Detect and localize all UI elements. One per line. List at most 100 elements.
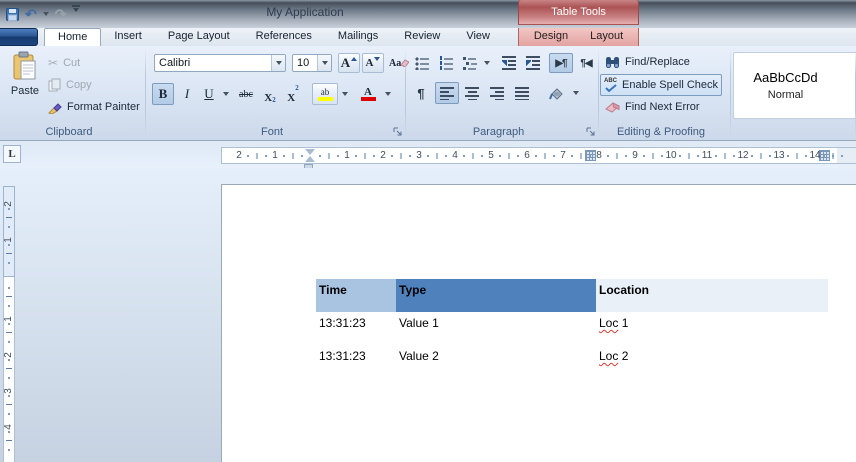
- shading-bucket-icon: [548, 86, 564, 101]
- ruler-tick: [733, 155, 735, 157]
- cell-location[interactable]: Loc 2: [596, 345, 828, 378]
- multilevel-list-dropdown[interactable]: [481, 53, 493, 73]
- cell-time[interactable]: 13:31:23: [316, 312, 396, 345]
- tab-insert[interactable]: Insert: [101, 28, 155, 46]
- tab-layout[interactable]: Layout: [584, 28, 629, 46]
- style-item-heading[interactable]: AaB Head: [837, 53, 856, 118]
- cut-button[interactable]: ✂ Cut: [48, 54, 80, 72]
- ruler-tick: [8, 287, 10, 289]
- application-menu-button[interactable]: [0, 28, 38, 46]
- hanging-indent-marker[interactable]: [305, 156, 315, 162]
- rtl-direction-button[interactable]: ¶◀: [574, 53, 598, 73]
- grow-font-icon: A: [341, 55, 350, 71]
- ruler-tick: [553, 155, 555, 157]
- table-header-row: Time Type Location: [316, 279, 828, 312]
- arrow-down-icon: [374, 57, 380, 61]
- shading-button[interactable]: [543, 82, 569, 104]
- vertical-ruler-margin[interactable]: 21: [3, 186, 15, 277]
- multilevel-list-button[interactable]: [459, 53, 481, 73]
- grow-font-button[interactable]: A: [338, 53, 360, 73]
- ltr-icon: ▶¶: [555, 58, 566, 69]
- superscript-base: X: [287, 92, 295, 104]
- ruler-tick: [6, 404, 12, 405]
- indent-icon: [526, 56, 540, 70]
- header-cell-location[interactable]: Location: [596, 279, 828, 312]
- font-color-label: A: [364, 88, 372, 96]
- ruler-tick: [581, 153, 582, 159]
- first-line-indent-marker[interactable]: [305, 149, 315, 155]
- ruler-number: 2: [380, 150, 386, 161]
- superscript-button[interactable]: X2: [282, 83, 304, 105]
- cell-type[interactable]: Value 2: [396, 345, 596, 378]
- paste-button[interactable]: Paste: [6, 51, 44, 123]
- ruler-tick: [715, 155, 717, 157]
- font-color-dropdown[interactable]: [382, 83, 394, 105]
- highlight-color-button[interactable]: ab: [312, 83, 338, 105]
- tab-mailings[interactable]: Mailings: [325, 28, 391, 46]
- copy-button[interactable]: Copy: [48, 76, 92, 94]
- font-dialog-launcher[interactable]: [392, 126, 403, 137]
- header-cell-type[interactable]: Type: [396, 279, 596, 312]
- font-color-button[interactable]: A: [355, 83, 381, 105]
- bullets-button[interactable]: [411, 53, 433, 73]
- underline-dropdown[interactable]: [220, 83, 232, 105]
- highlight-color-dropdown[interactable]: [339, 83, 351, 105]
- header-cell-time[interactable]: Time: [316, 279, 396, 312]
- paragraph-dialog-launcher[interactable]: [585, 126, 596, 137]
- cell-location[interactable]: Loc 1: [596, 312, 828, 345]
- tab-design[interactable]: Design: [528, 28, 574, 46]
- font-name-dropdown[interactable]: [271, 55, 285, 71]
- find-next-error-button[interactable]: Find Next Error: [602, 97, 703, 117]
- tab-home[interactable]: Home: [44, 28, 101, 46]
- shading-dropdown[interactable]: [570, 82, 582, 104]
- tab-references[interactable]: References: [243, 28, 325, 46]
- align-justify-button[interactable]: [510, 82, 534, 104]
- tab-stop-selector[interactable]: L: [3, 145, 21, 163]
- horizontal-ruler[interactable]: 211234567891011121314: [221, 147, 856, 164]
- underline-button[interactable]: U: [198, 83, 220, 105]
- ruler-tick: [545, 153, 546, 159]
- ruler-tick: [517, 155, 519, 157]
- subscript-button[interactable]: X2: [259, 83, 281, 105]
- ltr-direction-button[interactable]: ▶¶: [549, 53, 573, 73]
- cell-type[interactable]: Value 1: [396, 312, 596, 345]
- data-table[interactable]: Time Type Location 13:31:23 Value 1 Loc …: [316, 279, 828, 378]
- increase-indent-button[interactable]: [522, 53, 544, 73]
- bold-label: B: [159, 86, 168, 102]
- numbered-list-icon: [439, 56, 453, 70]
- tab-review[interactable]: Review: [391, 28, 453, 46]
- font-size-dropdown[interactable]: [317, 55, 331, 71]
- align-center-icon: [465, 86, 479, 100]
- style-item-normal[interactable]: AaBbCcDd Normal: [734, 53, 837, 118]
- cell-time[interactable]: 13:31:23: [316, 345, 396, 378]
- ruler-tick: [427, 155, 429, 157]
- enable-spell-check-button[interactable]: ABC Enable Spell Check: [600, 74, 722, 96]
- shrink-font-icon: A: [366, 57, 374, 69]
- ruler-tick: [841, 155, 843, 157]
- tab-view[interactable]: View: [453, 28, 503, 46]
- align-center-button[interactable]: [460, 82, 484, 104]
- find-replace-button[interactable]: Find/Replace: [602, 52, 693, 72]
- ruler-tick: [337, 155, 339, 157]
- ruler-tick: [265, 155, 267, 157]
- format-painter-button[interactable]: Format Painter: [48, 98, 140, 116]
- show-marks-button[interactable]: ¶: [411, 82, 431, 104]
- binoculars-icon: [605, 56, 620, 69]
- font-size-select[interactable]: 10: [292, 54, 332, 72]
- shrink-font-button[interactable]: A: [362, 53, 384, 73]
- ruler-tick: [8, 262, 10, 264]
- vertical-ruler[interactable]: 1234: [3, 277, 15, 462]
- italic-button[interactable]: I: [176, 83, 198, 105]
- bold-button[interactable]: B: [152, 83, 174, 105]
- document-page[interactable]: Time Type Location 13:31:23 Value 1 Loc …: [221, 184, 856, 462]
- strikethrough-button[interactable]: abc: [234, 83, 258, 105]
- contextual-tab-panel: Design Layout: [518, 28, 639, 46]
- font-name-select[interactable]: Calibri: [154, 54, 286, 72]
- align-left-button[interactable]: [435, 82, 459, 104]
- decrease-indent-button[interactable]: [498, 53, 520, 73]
- ruler-tick: [401, 153, 402, 159]
- numbering-button[interactable]: [435, 53, 457, 73]
- tab-page-layout[interactable]: Page Layout: [155, 28, 243, 46]
- find-next-error-label: Find Next Error: [625, 101, 700, 113]
- align-right-button[interactable]: [485, 82, 509, 104]
